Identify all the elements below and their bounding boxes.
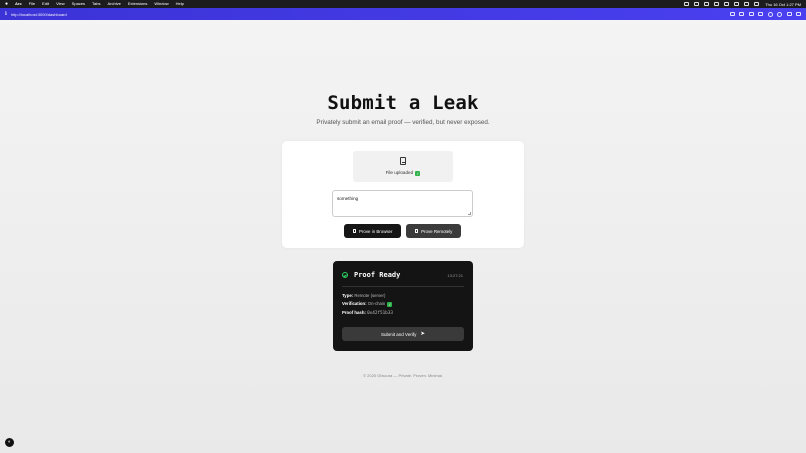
submit-and-verify-button[interactable]: Submit and Verify ➤ <box>342 327 464 341</box>
menu-app[interactable]: Arc <box>15 0 22 8</box>
proof-hash-value: 0x42f51b33 <box>367 311 393 316</box>
proof-hash-row: Proof hash: 0x42f51b33 <box>342 310 393 316</box>
play-icon[interactable] <box>714 2 720 6</box>
proof-hash-label: Proof hash: <box>342 310 366 315</box>
check-icon: ✓ <box>415 171 421 176</box>
resize-grip-icon[interactable] <box>468 212 471 215</box>
cpu-icon <box>352 229 357 233</box>
menu-edit[interactable]: Edit <box>42 0 49 8</box>
search-icon[interactable] <box>744 2 750 6</box>
prove-remotely-label: Prove Remotely <box>421 228 453 234</box>
menu-spaces[interactable]: Spaces <box>72 0 85 8</box>
link-icon[interactable] <box>729 12 735 16</box>
check-circle-icon <box>342 272 348 278</box>
proof-card: Proof Ready 13:27:21 Type: Remote (serve… <box>333 261 473 351</box>
proof-title: Proof Ready <box>354 271 401 279</box>
settings-icon[interactable] <box>777 11 782 17</box>
proof-time: 13:27:21 <box>447 273 463 278</box>
toolbar <box>725 11 801 17</box>
proof-type-row: Type: Remote (server) <box>342 293 385 298</box>
battery-icon[interactable] <box>724 2 730 6</box>
file-upload-area[interactable]: File uploaded ✓ <box>353 151 453 182</box>
upload-status-text: File uploaded <box>385 170 414 175</box>
status-area: Thu 16 Oct 1:27 PM <box>679 2 801 7</box>
proof-type-value: Remote (server) <box>354 293 386 298</box>
server-icon <box>414 229 419 233</box>
menu-tabs[interactable]: Tabs <box>92 0 100 8</box>
menu-archive[interactable]: Archive <box>107 0 120 8</box>
check-icon: ✓ <box>387 302 393 307</box>
share-icon[interactable] <box>786 12 792 16</box>
extension-icon[interactable] <box>767 11 773 17</box>
control-center-icon[interactable] <box>754 2 760 6</box>
submit-label: Submit and Verify <box>381 331 417 337</box>
page-subtitle: Privately submit an email proof — verifi… <box>316 119 490 126</box>
sound-icon[interactable] <box>694 2 700 6</box>
footer: © 2025 Obscura — Private. Proven. Minima… <box>363 373 443 378</box>
menu-view[interactable]: View <box>56 0 65 8</box>
divider <box>342 286 464 287</box>
submission-card: File uploaded ✓ something Prove in Brows… <box>282 141 524 248</box>
wifi-icon[interactable] <box>734 2 740 6</box>
more-icon[interactable] <box>796 12 801 16</box>
apple-icon[interactable]: ● <box>5 1 8 7</box>
tab-icon[interactable] <box>739 12 744 16</box>
menu-file[interactable]: File <box>29 0 35 8</box>
menu-window[interactable]: Window <box>154 0 168 8</box>
split-icon[interactable] <box>758 12 763 16</box>
screen-icon[interactable] <box>684 2 690 6</box>
sync-icon[interactable] <box>704 2 710 6</box>
page-title: Submit a Leak <box>327 92 479 114</box>
proof-verification-value: On-chain <box>367 301 386 306</box>
proof-verification-row: Verification: On-chain ✓ <box>342 301 393 307</box>
file-icon <box>400 157 406 165</box>
url-bar: ℹ http://localhost:3000/dashboard <box>0 8 806 20</box>
send-icon: ➤ <box>420 331 425 337</box>
site-info-icon[interactable]: ℹ <box>5 11 7 17</box>
proof-type-label: Type: <box>342 293 354 298</box>
proof-verification-label: Verification: <box>342 301 367 306</box>
prove-remotely-button[interactable]: Prove Remotely <box>406 224 461 238</box>
menu-extensions[interactable]: Extensions <box>128 0 148 8</box>
prove-in-browser-button[interactable]: Prove in Browser <box>344 224 401 238</box>
menu-bar: ● Arc File Edit View Spaces Tabs Archive… <box>0 0 806 8</box>
url-text[interactable]: http://localhost:3000/dashboard <box>11 12 67 17</box>
clock[interactable]: Thu 16 Oct 1:27 PM <box>765 2 801 7</box>
message-textarea[interactable]: something <box>332 190 473 217</box>
dev-tools-icon[interactable]: ◐ <box>5 438 14 447</box>
sidebar-icon[interactable] <box>748 12 754 16</box>
upload-status: File uploaded ✓ <box>353 170 453 176</box>
prove-in-browser-label: Prove in Browser <box>359 228 393 234</box>
menu-help[interactable]: Help <box>176 0 184 8</box>
